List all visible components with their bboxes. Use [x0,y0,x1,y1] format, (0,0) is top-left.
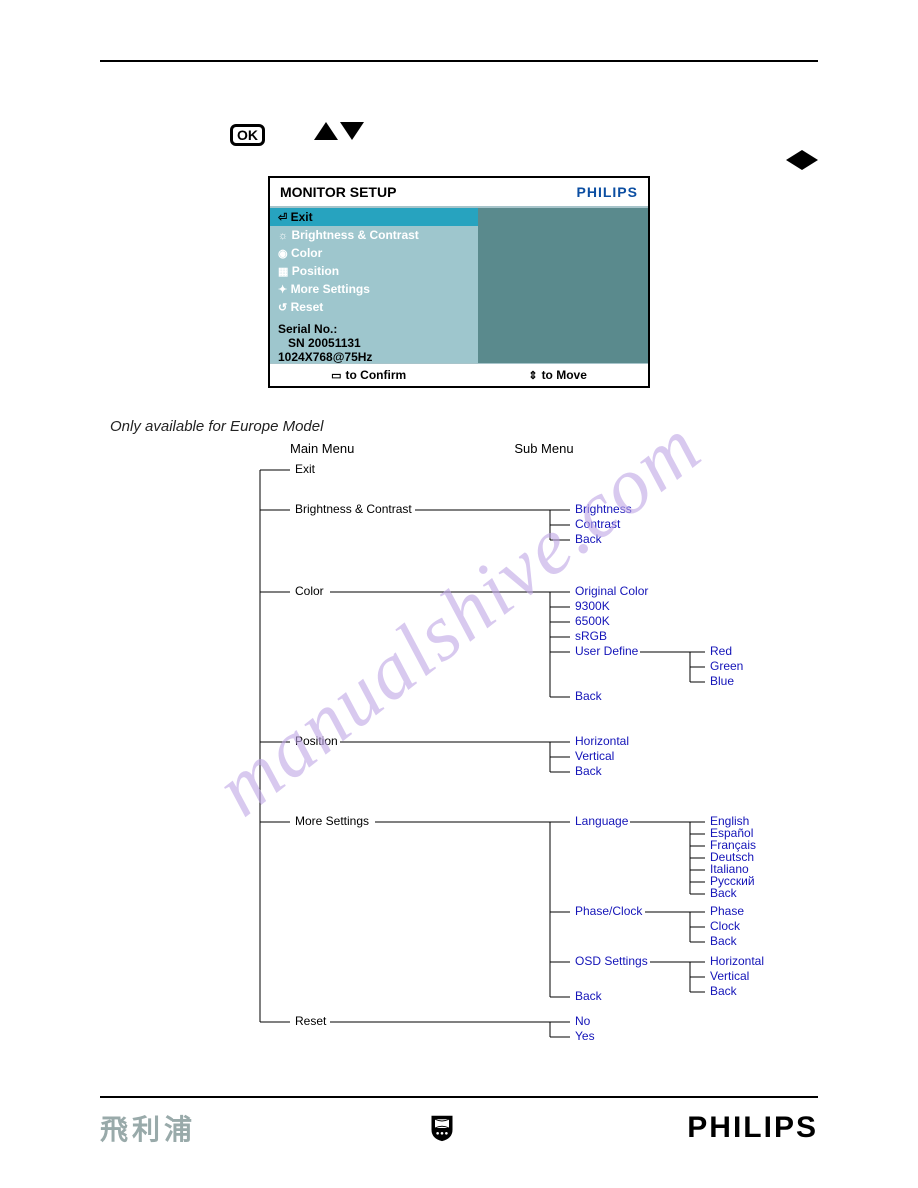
tree-sub3-osd-back: Back [710,984,737,999]
tree-sub-9300k: 9300K [575,599,610,614]
tree-note: Only available for Europe Model [110,418,818,435]
top-rule [100,60,818,62]
tree-main-exit: Exit [295,462,315,477]
bottom-rule [100,1096,818,1098]
tree-sub-language: Language [575,814,628,829]
tree-sub3-osd-vertical: Vertical [710,969,749,984]
tree-sub-reset-no: No [575,1014,590,1029]
osd-serial-label: Serial No.: [278,322,470,336]
tree-sub-bc-back: Back [575,532,602,547]
osd-item-reset[interactable]: ↺ Reset [270,298,478,316]
tree-sub3-red: Red [710,644,732,659]
tree-sub-pos-back: Back [575,764,602,779]
osd-title: MONITOR SETUP [280,184,396,200]
tree-main-position: Position [295,734,338,749]
osd-resolution: 1024X768@75Hz [278,350,470,364]
osd-confirm-hint: ▭ to Confirm [331,368,406,382]
up-down-arrows-icon [314,122,364,140]
osd-item-position[interactable]: ▦ Position [270,262,478,280]
tree-main-reset: Reset [295,1014,326,1029]
tree-sub-reset-yes: Yes [575,1029,595,1044]
osd-item-exit[interactable]: ⏎ Exit [270,208,478,226]
philips-shield-icon [428,1114,456,1142]
tree-sub3-green: Green [710,659,743,674]
tree-main-more-settings: More Settings [295,814,369,829]
tree-main-title: Main Menu [290,441,354,456]
osd-panel: MONITOR SETUP PHILIPS ⏎ Exit ☼ Brightnes… [268,176,650,388]
tree-sub-contrast: Contrast [575,517,620,532]
osd-move-hint: ⇕ to Move [528,368,587,382]
tree-sub-color-back: Back [575,689,602,704]
tree-main-brightness: Brightness & Contrast [295,502,412,517]
tree-sub-more-back: Back [575,989,602,1004]
tree-sub-6500k: 6500K [575,614,610,629]
tree-sub3-phase: Phase [710,904,744,919]
osd-item-more-settings[interactable]: ✦ More Settings [270,280,478,298]
osd-serial-value: SN 20051131 [278,336,470,350]
footer-cjk-logo: 飛利浦 [100,1108,196,1148]
tree-sub3-pc-back: Back [710,934,737,949]
tree-sub3-osd-horizontal: Horizontal [710,954,764,969]
tree-sub-phase-clock: Phase/Clock [575,904,642,919]
osd-item-color[interactable]: ◉ Color [270,244,478,262]
osd-preview-pane [478,208,648,363]
tree-sub-user-define: User Define [575,644,638,659]
ok-icon: OK [230,124,265,146]
tree-sub3-clock: Clock [710,919,740,934]
tree-sub-pos-vertical: Vertical [575,749,614,764]
tree-sub-brightness: Brightness [575,502,632,517]
osd-brand: PHILIPS [577,184,638,200]
tree-sub-pos-horizontal: Horizontal [575,734,629,749]
osd-menu-list: ⏎ Exit ☼ Brightness & Contrast ◉ Color ▦… [270,208,478,363]
tree-sub3-lang-back: Back [710,886,737,901]
footer-brand: PHILIPS [687,1111,818,1145]
tree-sub-title: Sub Menu [514,441,573,456]
tree-sub-original-color: Original Color [575,584,648,599]
tree-sub-srgb: sRGB [575,629,607,644]
left-right-arrows-icon [786,150,818,170]
osd-item-brightness[interactable]: ☼ Brightness & Contrast [270,226,478,244]
tree-sub-osd-settings: OSD Settings [575,954,648,969]
tree-main-color: Color [295,584,324,599]
tree-diagram: Exit Brightness & Contrast Color Positio… [250,462,818,1052]
tree-sub3-blue: Blue [710,674,734,689]
